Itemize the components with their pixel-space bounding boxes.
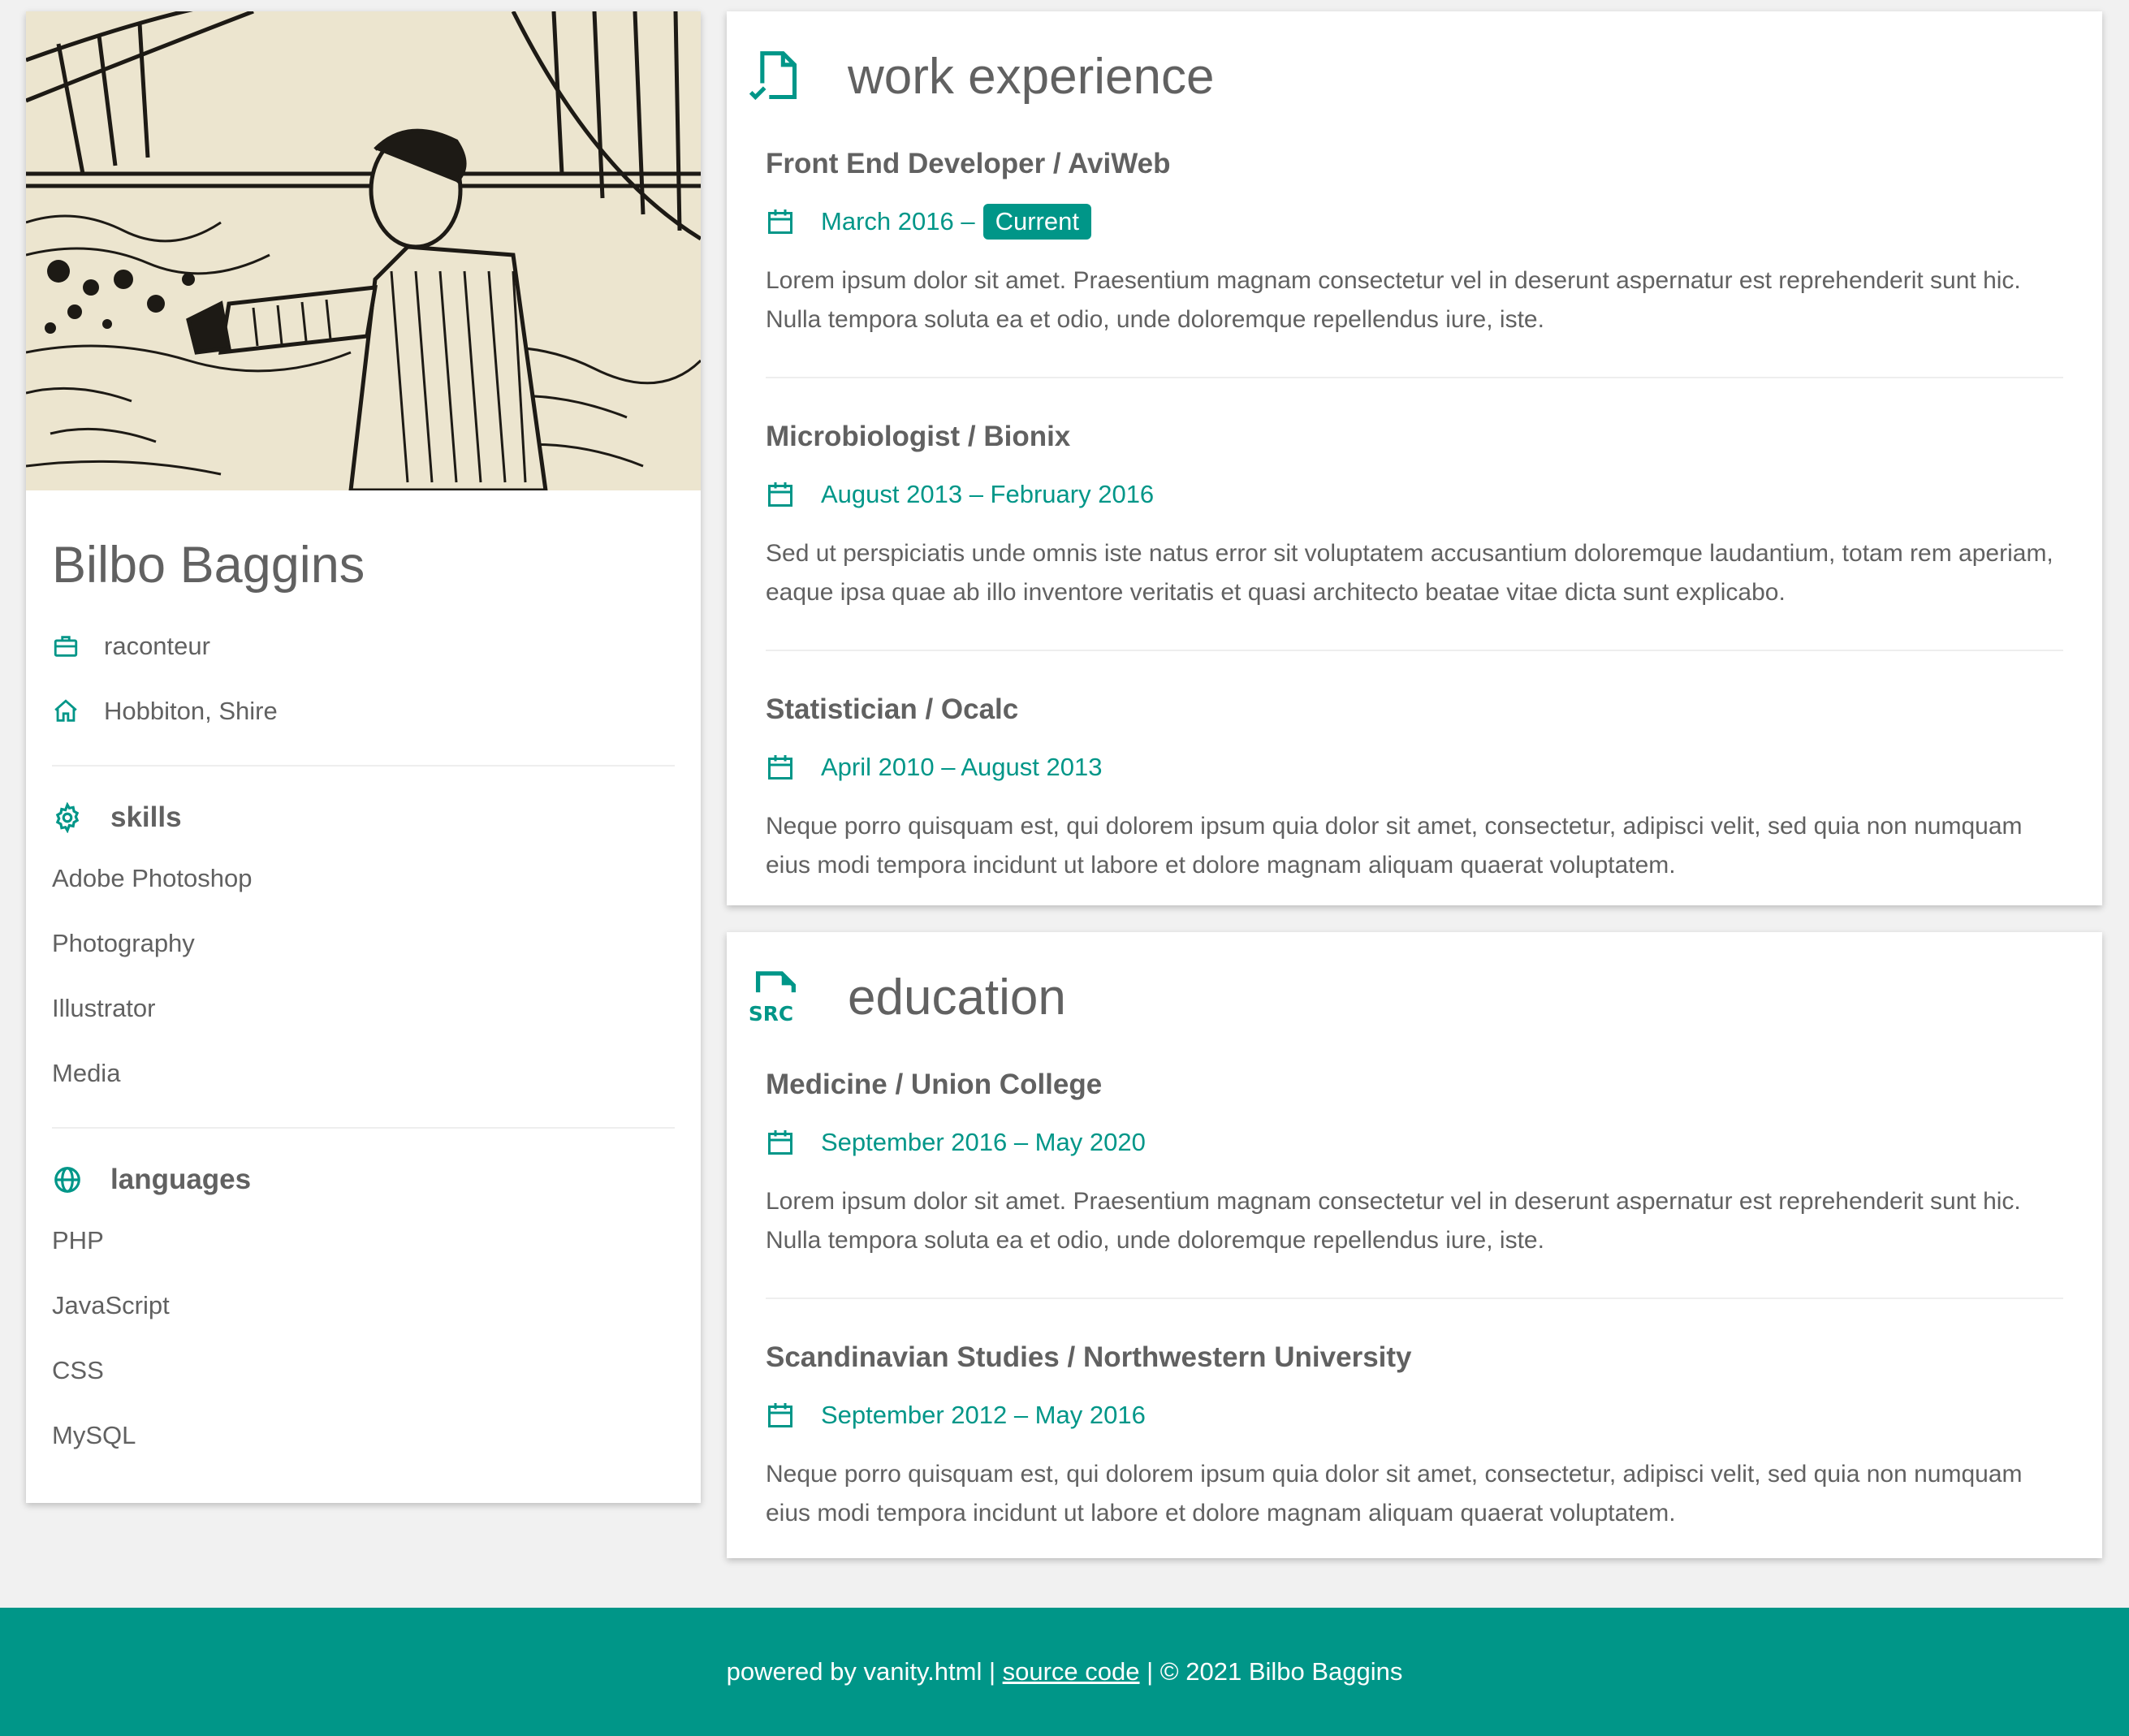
skill-item: Photography — [52, 929, 195, 957]
language-item: MySQL — [52, 1421, 136, 1449]
skills-title: skills — [110, 801, 182, 833]
education-card: SRC education Medicine / Union College S… — [727, 932, 2102, 1558]
entry-date: April 2010 – August 2013 — [766, 745, 2063, 789]
calendar-icon — [766, 753, 821, 782]
divider — [52, 765, 675, 767]
entry-date: September 2012 – May 2016 — [766, 1393, 2063, 1437]
entry-date: September 2016 – May 2020 — [766, 1121, 2063, 1164]
home-icon — [52, 697, 104, 725]
work-entry: Statistician / Ocalc April 2010 – August… — [766, 650, 2063, 885]
entry-title: Microbiologist / Bionix — [766, 421, 1071, 452]
languages-heading: languages — [52, 1151, 675, 1208]
profile-name: Bilbo Baggins — [52, 537, 365, 594]
languages-list: PHP JavaScript CSS MySQL — [52, 1208, 675, 1468]
work-experience-title: work experience — [848, 48, 1215, 105]
entry-date-text: April 2010 – August 2013 — [821, 753, 1103, 781]
calendar-icon — [766, 1401, 821, 1430]
document-src-icon: SRC — [746, 969, 848, 1026]
education-header: SRC education — [727, 932, 2102, 1062]
work-experience-header: work experience — [727, 11, 2102, 141]
gear-icon — [52, 802, 110, 833]
source-code-link[interactable]: source code — [1003, 1657, 1140, 1686]
entry-description: Sed ut perspiciatis unde omnis iste natu… — [766, 540, 2053, 606]
profile-illustration — [26, 11, 701, 490]
education-title: education — [848, 969, 1066, 1026]
entry-description: Lorem ipsum dolor sit amet. Praesentium … — [766, 267, 2021, 333]
entry-title: Front End Developer / AviWeb — [766, 148, 1171, 179]
entry-date: March 2016 – Current — [766, 200, 2063, 244]
language-item: JavaScript — [52, 1291, 170, 1319]
entry-title: Scandinavian Studies / Northwestern Univ… — [766, 1341, 1412, 1373]
calendar-icon — [766, 1128, 821, 1157]
entry-description: Lorem ipsum dolor sit amet. Praesentium … — [766, 1188, 2021, 1254]
globe-icon — [52, 1164, 110, 1195]
work-entry: Microbiologist / Bionix August 2013 – Fe… — [766, 377, 2063, 612]
entry-description: Neque porro quisquam est, qui dolorem ip… — [766, 813, 2023, 879]
profile-sidebar: Bilbo Baggins raconteur Hobbiton, Shire — [26, 11, 701, 1503]
education-entry: Medicine / Union College September 2016 … — [766, 1062, 2063, 1260]
profile-location: Hobbiton, Shire — [52, 679, 675, 744]
current-badge: Current — [982, 204, 1091, 240]
divider — [52, 1127, 675, 1129]
language-item: PHP — [52, 1226, 104, 1254]
languages-title: languages — [110, 1164, 252, 1195]
entry-date-text: March 2016 – — [821, 207, 975, 235]
entry-date-text: September 2016 – May 2020 — [821, 1128, 1146, 1156]
briefcase-icon — [52, 633, 104, 660]
svg-text:SRC: SRC — [749, 1002, 793, 1026]
entry-description: Neque porro quisquam est, qui dolorem ip… — [766, 1461, 2023, 1527]
profile-occupation: raconteur — [52, 614, 675, 679]
work-entry: Front End Developer / AviWeb March 2016 … — [766, 141, 2063, 339]
entry-date: August 2013 – February 2016 — [766, 473, 2063, 516]
entry-title: Medicine / Union College — [766, 1069, 1103, 1100]
language-item: CSS — [52, 1356, 104, 1384]
skill-item: Illustrator — [52, 994, 156, 1022]
profile-photo — [26, 11, 701, 490]
skills-list: Adobe Photoshop Photography Illustrator … — [52, 846, 675, 1106]
entry-title: Statistician / Ocalc — [766, 693, 1019, 725]
education-entry: Scandinavian Studies / Northwestern Univ… — [766, 1298, 2063, 1533]
skill-item: Media — [52, 1059, 121, 1087]
document-check-icon — [746, 49, 848, 104]
location-text: Hobbiton, Shire — [104, 697, 278, 725]
entry-date-text: September 2012 – May 2016 — [821, 1401, 1146, 1429]
footer: powered by vanity.html | source code | ©… — [0, 1608, 2129, 1736]
occupation-text: raconteur — [104, 632, 210, 660]
footer-prefix: powered by vanity.html | — [726, 1657, 1003, 1686]
work-experience-card: work experience Front End Developer / Av… — [727, 11, 2102, 905]
calendar-icon — [766, 480, 821, 509]
entry-date-text: August 2013 – February 2016 — [821, 480, 1155, 508]
footer-suffix: | © 2021 Bilbo Baggins — [1139, 1657, 1403, 1686]
skill-item: Adobe Photoshop — [52, 864, 253, 892]
calendar-icon — [766, 207, 821, 236]
skills-heading: skills — [52, 789, 675, 846]
